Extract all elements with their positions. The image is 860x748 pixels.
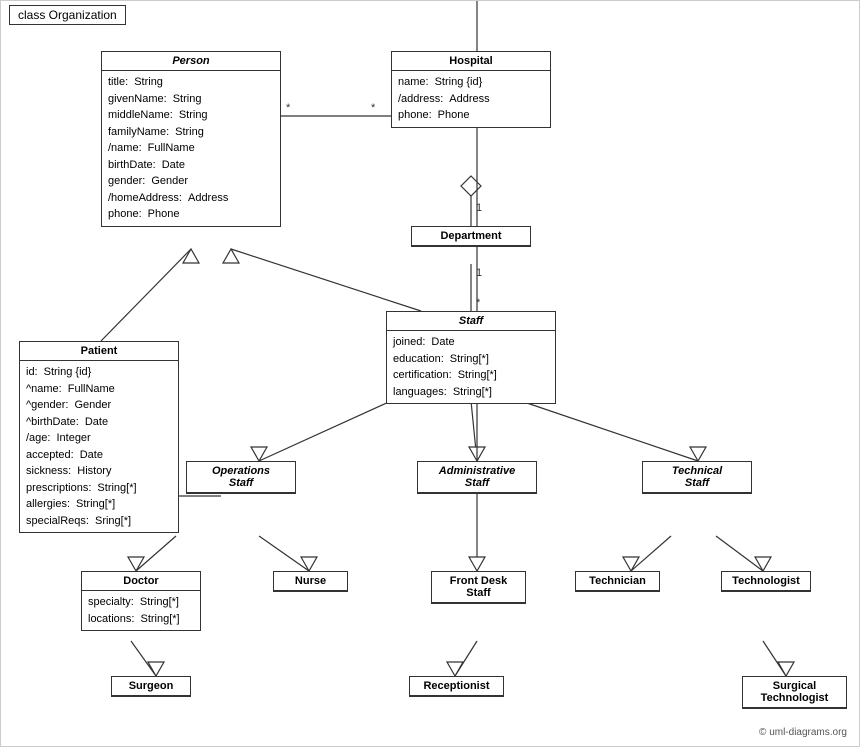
patient-title: Patient — [20, 342, 178, 361]
staff-title: Staff — [387, 312, 555, 331]
receptionist-box: Receptionist — [409, 676, 504, 697]
department-title: Department — [412, 227, 530, 246]
surgical-technologist-box: SurgicalTechnologist — [742, 676, 847, 709]
diagram-title: class Organization — [9, 5, 126, 25]
administrative-staff-title: AdministrativeStaff — [418, 462, 536, 493]
technical-staff-title: TechnicalStaff — [643, 462, 751, 493]
administrative-staff-box: AdministrativeStaff — [417, 461, 537, 494]
person-box: Person title:String givenName:String mid… — [101, 51, 281, 227]
staff-attrs: joined:Date education:String[*] certific… — [387, 331, 555, 403]
surgical-technologist-title: SurgicalTechnologist — [743, 677, 846, 708]
svg-text:1: 1 — [476, 202, 482, 214]
doctor-attrs: specialty:String[*] locations:String[*] — [82, 591, 200, 630]
surgeon-title: Surgeon — [112, 677, 190, 696]
operations-staff-title: OperationsStaff — [187, 462, 295, 493]
operations-staff-box: OperationsStaff — [186, 461, 296, 494]
person-title: Person — [102, 52, 280, 71]
patient-attrs: id:String {id} ^name:FullName ^gender:Ge… — [20, 361, 178, 532]
hospital-title: Hospital — [392, 52, 550, 71]
department-box: Department — [411, 226, 531, 247]
technical-staff-box: TechnicalStaff — [642, 461, 752, 494]
person-attrs: title:String givenName:String middleName… — [102, 71, 280, 226]
front-desk-staff-title: Front DeskStaff — [432, 572, 525, 603]
patient-box: Patient id:String {id} ^name:FullName ^g… — [19, 341, 179, 533]
technologist-title: Technologist — [722, 572, 810, 591]
svg-text:1: 1 — [476, 267, 482, 279]
front-desk-staff-box: Front DeskStaff — [431, 571, 526, 604]
watermark: © uml-diagrams.org — [759, 727, 847, 738]
staff-box: Staff joined:Date education:String[*] ce… — [386, 311, 556, 404]
technologist-box: Technologist — [721, 571, 811, 592]
svg-text:*: * — [286, 102, 291, 114]
svg-text:*: * — [476, 297, 481, 309]
diagram-container: class Organization * * 1 1 * * — [0, 0, 860, 747]
svg-text:*: * — [371, 102, 376, 114]
doctor-title: Doctor — [82, 572, 200, 591]
nurse-box: Nurse — [273, 571, 348, 592]
receptionist-title: Receptionist — [410, 677, 503, 696]
surgeon-box: Surgeon — [111, 676, 191, 697]
doctor-box: Doctor specialty:String[*] locations:Str… — [81, 571, 201, 631]
hospital-attrs: name:String {id} /address:Address phone:… — [392, 71, 550, 127]
hospital-box: Hospital name:String {id} /address:Addre… — [391, 51, 551, 128]
technician-title: Technician — [576, 572, 659, 591]
technician-box: Technician — [575, 571, 660, 592]
nurse-title: Nurse — [274, 572, 347, 591]
